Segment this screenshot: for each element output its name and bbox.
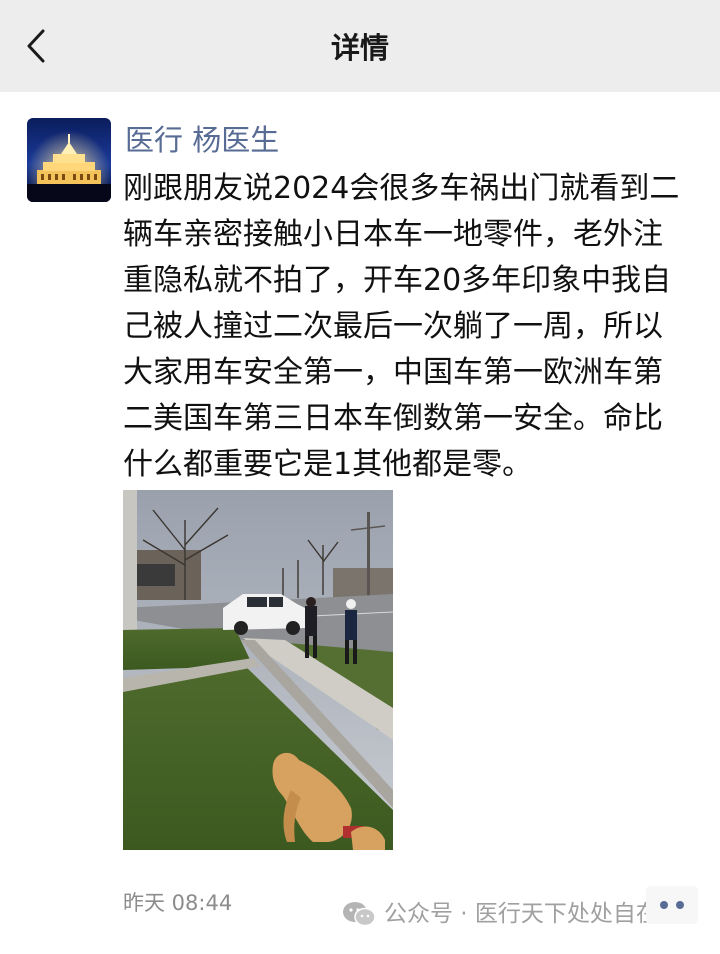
author-name[interactable]: 医行 杨医生 bbox=[125, 118, 279, 162]
post-content: 刚跟朋友说2024会很多车祸出门就看到二辆车亲密接触小日本车一地零件，老外注重隐… bbox=[123, 171, 680, 482]
avatar[interactable] bbox=[27, 118, 111, 202]
post-timestamp: 昨天 08:44 bbox=[123, 891, 233, 915]
more-dots-icon bbox=[676, 901, 684, 909]
avatar-image bbox=[27, 118, 111, 202]
more-dots-icon bbox=[660, 901, 668, 909]
street-scene-image bbox=[123, 490, 393, 850]
chevron-left-icon bbox=[27, 29, 45, 63]
post-photo[interactable] bbox=[123, 490, 393, 850]
more-actions-button[interactable] bbox=[646, 886, 698, 924]
back-button[interactable] bbox=[18, 26, 54, 66]
watermark-text: 公众号 · 医行天下处处自在 bbox=[384, 901, 659, 927]
wechat-icon bbox=[343, 902, 376, 927]
top-navigation-bar: 详情 bbox=[0, 0, 720, 92]
page-title: 详情 bbox=[330, 31, 389, 65]
watermark: 公众号 · 医行天下处处自在 bbox=[342, 896, 659, 932]
